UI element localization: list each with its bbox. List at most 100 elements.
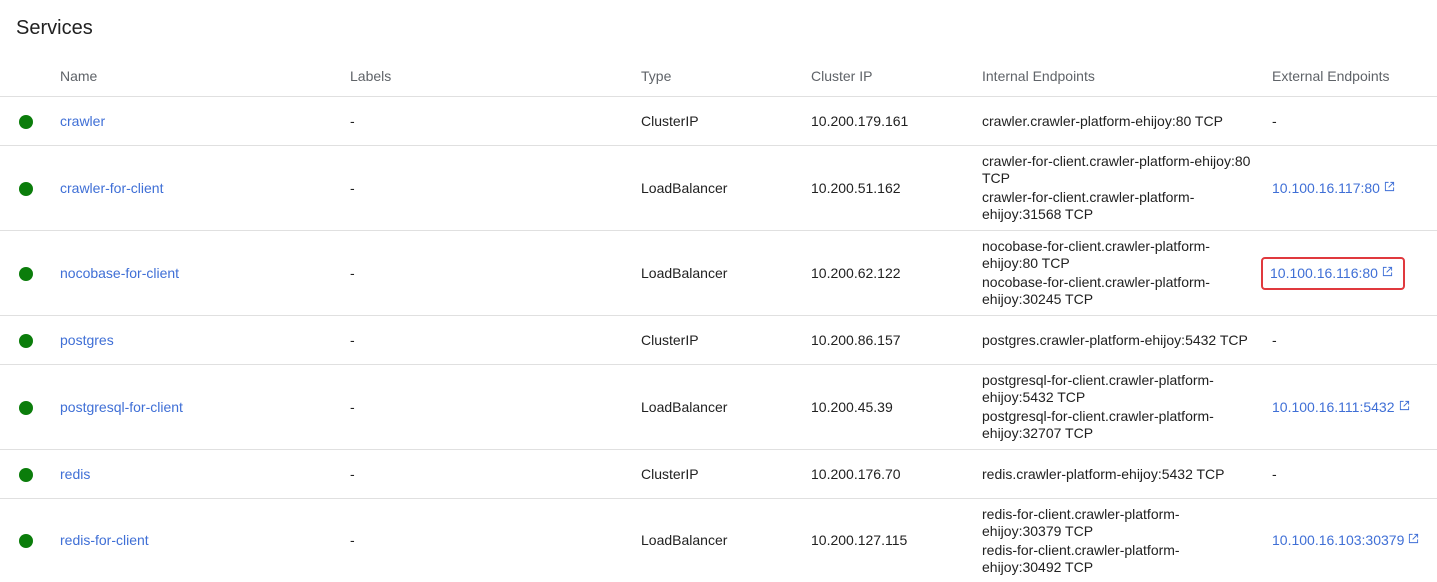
service-name-link[interactable]: nocobase-for-client	[60, 265, 179, 281]
type-cell: ClusterIP	[631, 315, 801, 365]
cluster-ip-cell: 10.200.179.161	[801, 96, 972, 146]
external-endpoint-link[interactable]: 10.100.16.117:80	[1272, 180, 1395, 196]
table-row: redis - ClusterIP 10.200.176.70 redis.cr…	[0, 449, 1437, 499]
status-ok-icon	[19, 114, 33, 129]
header-internal-endpoints: Internal Endpoints	[972, 56, 1262, 97]
service-name-link[interactable]: crawler-for-client	[60, 180, 163, 196]
header-status	[0, 56, 50, 97]
name-cell: postgres	[50, 315, 340, 365]
internal-endpoint: redis-for-client.crawler-platform-ehijoy…	[982, 541, 1180, 575]
services-table: Name Labels Type Cluster IP Internal End…	[0, 56, 1437, 582]
status-cell	[0, 145, 50, 231]
status-cell	[0, 96, 50, 146]
external-endpoints-cell: -	[1262, 315, 1437, 365]
internal-endpoint: postgresql-for-client.crawler-platform-e…	[982, 372, 1214, 405]
internal-endpoint: postgresql-for-client.crawler-platform-e…	[982, 408, 1214, 441]
name-cell: redis	[50, 449, 340, 499]
status-cell	[0, 499, 50, 582]
service-name-link[interactable]: postgres	[60, 332, 114, 348]
labels-cell: -	[340, 230, 631, 316]
table-row: nocobase-for-client - LoadBalancer 10.20…	[0, 230, 1437, 316]
internal-endpoints-cell: postgres.crawler-platform-ehijoy:5432 TC…	[972, 315, 1262, 365]
service-name-link[interactable]: redis	[60, 466, 90, 482]
cluster-ip-cell: 10.200.86.157	[801, 315, 972, 365]
status-cell	[0, 230, 50, 316]
external-endpoint-text: 10.100.16.103:30379	[1272, 532, 1405, 548]
internal-endpoint: crawler-for-client.crawler-platform-ehij…	[982, 153, 1251, 186]
name-cell: crawler	[50, 96, 340, 146]
external-endpoints-cell: 10.100.16.103:30379	[1262, 499, 1437, 582]
internal-endpoints-cell: nocobase-for-client.crawler-platform-ehi…	[972, 230, 1262, 316]
cluster-ip-cell: 10.200.62.122	[801, 230, 972, 316]
internal-endpoint: redis.crawler-platform-ehijoy:5432 TCP	[982, 465, 1225, 482]
open-in-new-icon	[1382, 266, 1393, 276]
highlight-box: 10.100.16.116:80	[1261, 256, 1405, 290]
external-endpoints-cell: -	[1262, 449, 1437, 499]
services-card: Services Name Labels Type Cluster IP Int…	[0, 0, 1437, 582]
external-endpoints-cell: 10.100.16.111:5432	[1262, 364, 1437, 450]
header-external-endpoints: External Endpoints	[1262, 56, 1437, 97]
external-endpoint-link[interactable]: 10.100.16.116:80	[1270, 265, 1393, 281]
open-in-new-icon	[1399, 400, 1409, 410]
type-cell: ClusterIP	[631, 449, 801, 499]
type-cell: ClusterIP	[631, 96, 801, 146]
status-ok-icon	[19, 333, 33, 348]
table-row: postgresql-for-client - LoadBalancer 10.…	[0, 364, 1437, 450]
table-header-row: Name Labels Type Cluster IP Internal End…	[0, 56, 1437, 97]
header-labels: Labels	[340, 56, 631, 97]
name-cell: postgresql-for-client	[50, 364, 340, 450]
labels-cell: -	[340, 315, 631, 365]
internal-endpoint: nocobase-for-client.crawler-platform-ehi…	[982, 238, 1210, 271]
service-name-link[interactable]: redis-for-client	[60, 532, 149, 548]
internal-endpoint: nocobase-for-client.crawler-platform-ehi…	[982, 274, 1210, 307]
internal-endpoints-cell: crawler-for-client.crawler-platform-ehij…	[972, 145, 1262, 231]
header-type[interactable]: Type	[631, 56, 801, 97]
table-row: crawler - ClusterIP 10.200.179.161 crawl…	[0, 96, 1437, 146]
page-title: Services	[16, 17, 93, 39]
cluster-ip-cell: 10.200.45.39	[801, 364, 972, 450]
header-cluster-ip[interactable]: Cluster IP	[801, 56, 972, 97]
labels-cell: -	[340, 364, 631, 450]
table-row: crawler-for-client - LoadBalancer 10.200…	[0, 145, 1437, 231]
internal-endpoint: postgres.crawler-platform-ehijoy:5432 TC…	[982, 331, 1248, 348]
status-ok-icon	[19, 534, 33, 549]
table-row: postgres - ClusterIP 10.200.86.157 postg…	[0, 315, 1437, 365]
internal-endpoints-cell: redis.crawler-platform-ehijoy:5432 TCP	[972, 449, 1262, 499]
status-ok-icon	[19, 266, 33, 281]
type-cell: LoadBalancer	[631, 364, 801, 450]
service-name-link[interactable]: postgresql-for-client	[60, 399, 183, 415]
labels-cell: -	[340, 96, 631, 146]
table-row: redis-for-client - LoadBalancer 10.200.1…	[0, 499, 1437, 582]
external-endpoint-text: 10.100.16.116:80	[1270, 264, 1378, 281]
status-cell	[0, 449, 50, 499]
cluster-ip-cell: 10.200.176.70	[801, 449, 972, 499]
external-endpoints-cell: -	[1262, 96, 1437, 146]
service-name-link[interactable]: crawler	[60, 113, 105, 129]
header-name[interactable]: Name	[50, 56, 340, 97]
name-cell: crawler-for-client	[50, 145, 340, 231]
status-ok-icon	[19, 181, 33, 196]
external-endpoint-text: 10.100.16.111:5432	[1272, 398, 1395, 415]
cluster-ip-cell: 10.200.127.115	[811, 532, 908, 548]
name-cell: redis-for-client	[50, 499, 340, 582]
external-endpoint-link[interactable]: 10.100.16.111:5432	[1272, 399, 1410, 415]
status-ok-icon	[19, 467, 33, 482]
internal-endpoint: redis-for-client.crawler-platform-ehijoy…	[982, 505, 1180, 539]
internal-endpoint: crawler-for-client.crawler-platform-ehij…	[982, 189, 1195, 222]
labels-cell: -	[340, 145, 631, 231]
external-endpoints-cell: 10.100.16.117:80	[1262, 145, 1437, 231]
status-cell	[0, 364, 50, 450]
status-ok-icon	[19, 400, 33, 415]
labels-cell: -	[340, 449, 631, 499]
internal-endpoints-cell: redis-for-client.crawler-platform-ehijoy…	[972, 499, 1262, 582]
type-cell: LoadBalancer	[631, 230, 801, 316]
type-cell: LoadBalancer	[641, 532, 728, 548]
status-cell	[0, 315, 50, 365]
name-cell: nocobase-for-client	[50, 230, 340, 316]
external-endpoint-link[interactable]: 10.100.16.103:30379	[1272, 532, 1419, 548]
external-endpoint-text: 10.100.16.117:80	[1272, 179, 1380, 196]
internal-endpoints-cell: crawler.crawler-platform-ehijoy:80 TCP	[972, 96, 1262, 146]
labels-cell: -	[350, 532, 355, 548]
open-in-new-icon	[1409, 533, 1419, 544]
open-in-new-icon	[1384, 181, 1395, 191]
